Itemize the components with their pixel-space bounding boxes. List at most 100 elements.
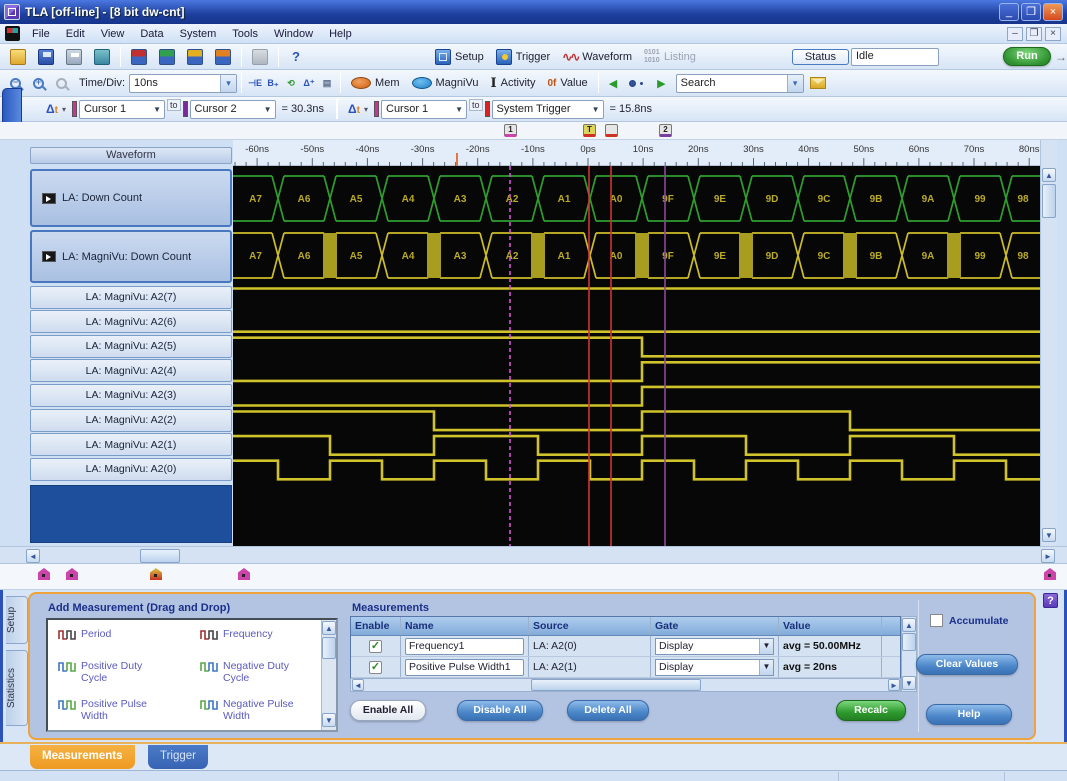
add-mark-button[interactable]: Δ⁺ [300, 75, 318, 91]
gate-select[interactable]: Display▼ [655, 659, 774, 676]
palette-item-period[interactable]: Period [58, 628, 188, 641]
column-header-source[interactable]: Source [529, 617, 651, 635]
gate-select[interactable]: Display▼ [655, 638, 774, 655]
close-button[interactable]: × [1043, 3, 1063, 21]
tab-trigger[interactable]: Trigger [148, 745, 208, 769]
menu-data[interactable]: Data [132, 26, 171, 42]
accumulate-checkbox[interactable] [930, 614, 943, 627]
menu-system[interactable]: System [172, 26, 225, 42]
recalc-button[interactable]: Recalc [836, 700, 906, 721]
tab-statistics[interactable]: Statistics [6, 650, 28, 726]
waveform-window-button[interactable] [181, 46, 209, 68]
marker-flag[interactable] [605, 124, 618, 137]
add-data-source-button[interactable]: B₊ [264, 75, 282, 91]
table-v-scroll-thumb[interactable] [902, 633, 916, 651]
context-help-icon[interactable]: ? [1043, 593, 1058, 608]
properties-card-button[interactable]: ▤ [318, 75, 336, 91]
activity-button[interactable]: IActivity [485, 73, 542, 94]
document-icon[interactable] [5, 26, 20, 41]
sidebar-item-la-magnivu-a2-7[interactable]: LA: MagniVu: A2(7) [30, 286, 232, 309]
horizontal-scroll-thumb[interactable] [140, 549, 180, 563]
measurement-name-field[interactable]: Positive Pulse Width1 [405, 659, 524, 676]
column-header-enable[interactable]: Enable [351, 617, 401, 635]
save-button[interactable] [32, 46, 60, 68]
mdi-close-button[interactable]: × [1045, 27, 1061, 41]
overview-cursor-marker[interactable] [238, 568, 250, 580]
sidebar-item-la-down-count[interactable]: LA: Down Count [30, 169, 232, 227]
vertical-scrollbar[interactable]: ▲ ▼ [1040, 140, 1057, 546]
sidebar-item-la-magnivu-a2-1[interactable]: LA: MagniVu: A2(1) [30, 433, 232, 456]
delete-all-button[interactable]: Delete All [567, 700, 649, 721]
source-cell[interactable]: LA: A2(0) [529, 636, 651, 656]
sidebar-header[interactable]: Waveform [30, 147, 232, 164]
search-select[interactable]: Search ▾ [676, 74, 804, 93]
cursor-from-select-1[interactable]: Cursor 1▼ [79, 100, 165, 119]
search-next-button[interactable]: ▶ [651, 74, 671, 93]
time-div-select[interactable]: 10ns ▾ [129, 74, 237, 93]
listing-window-button[interactable] [209, 46, 237, 68]
column-header-name[interactable]: Name [401, 617, 529, 635]
scroll-left-icon[interactable]: ◄ [352, 679, 364, 691]
sidebar-item-la-magnivu-a2-0[interactable]: LA: MagniVu: A2(0) [30, 458, 232, 481]
refresh-data-button[interactable]: ⟲ [282, 75, 300, 91]
zoom-tool-button[interactable] [50, 75, 73, 92]
sidebar-item-la-magnivu-a2-2[interactable]: LA: MagniVu: A2(2) [30, 409, 232, 432]
overview-cursor-marker[interactable] [38, 568, 50, 580]
column-header-value[interactable]: Value [779, 617, 882, 635]
search-prev-button[interactable]: ◀ [603, 74, 623, 93]
menu-tools[interactable]: Tools [224, 26, 266, 42]
chevron-down-icon[interactable]: ▼ [759, 639, 773, 654]
status-button[interactable]: Status [792, 49, 849, 65]
view-button-waveform[interactable]: ∿∿Waveform [556, 47, 638, 67]
sidebar-item-la-magnivu-a2-5[interactable]: LA: MagniVu: A2(5) [30, 335, 232, 358]
delta-time-button-1[interactable]: Δt▾ [40, 99, 72, 119]
vertical-scroll-thumb[interactable] [1042, 184, 1056, 218]
setup-window-button[interactable] [125, 46, 153, 68]
sidebar-item-la-magnivu-a2-3[interactable]: LA: MagniVu: A2(3) [30, 384, 232, 407]
menu-window[interactable]: Window [266, 26, 321, 42]
export-button[interactable] [88, 46, 116, 68]
tab-setup[interactable]: Setup [6, 596, 28, 644]
panel-help-button[interactable]: Help [926, 704, 1012, 725]
find-button[interactable] [623, 77, 651, 90]
view-button-trigger[interactable]: Trigger [490, 46, 556, 68]
mdi-restore-button[interactable]: ❐ [1026, 27, 1042, 41]
send-results-button[interactable] [804, 74, 832, 92]
chevron-down-icon[interactable]: ▾ [220, 75, 236, 92]
menu-file[interactable]: File [24, 26, 58, 42]
scroll-down-icon[interactable]: ▼ [902, 676, 916, 690]
menu-help[interactable]: Help [321, 26, 360, 42]
scroll-right-icon[interactable]: ► [1041, 549, 1055, 563]
trigger-select[interactable]: System Trigger▼ [492, 100, 604, 119]
measurement-palette[interactable]: PeriodFrequencyPositive Duty CycleNegati… [46, 618, 338, 732]
horizontal-scrollbar[interactable]: ◄ ► [0, 546, 1067, 564]
chevron-down-icon[interactable]: ▾ [787, 75, 803, 92]
waveform-canvas[interactable]: -60ns-50ns-40ns-30ns-20ns-10ns0ps10ns20n… [233, 140, 1040, 546]
chevron-down-icon[interactable]: ▼ [759, 660, 773, 675]
value-button[interactable]: 0fValue [541, 74, 593, 92]
palette-item-positive-duty-cycle[interactable]: Positive Duty Cycle [58, 660, 188, 684]
palette-item-frequency[interactable]: Frequency [200, 628, 330, 641]
measurement-name-field[interactable]: Frequency1 [405, 638, 524, 655]
open-button[interactable] [4, 46, 32, 68]
menu-view[interactable]: View [93, 26, 133, 42]
properties-button[interactable] [246, 46, 274, 68]
sidebar-item-la-magnivu-down-count[interactable]: LA: MagniVu: Down Count [30, 230, 232, 283]
mdi-minimize-button[interactable]: – [1007, 27, 1023, 41]
marker-flag-1[interactable]: 1 [504, 124, 517, 137]
scroll-right-icon[interactable]: ► [888, 679, 900, 691]
sidebar-item-la-magnivu-a2-4[interactable]: LA: MagniVu: A2(4) [30, 359, 232, 382]
disable-all-button[interactable]: Disable All [457, 700, 543, 721]
tab-measurements[interactable]: Measurements [30, 745, 135, 769]
palette-item-positive-pulse-width[interactable]: Positive Pulse Width [58, 698, 188, 722]
cursor-from-select-2[interactable]: Cursor 1▼ [381, 100, 467, 119]
add-waveform-button[interactable]: ⊣E [246, 75, 264, 91]
print-button[interactable] [60, 46, 88, 68]
marker-flag-t[interactable]: T [583, 124, 596, 137]
view-button-setup[interactable]: Setup [429, 46, 490, 68]
sidebar-item-la-magnivu-a2-6[interactable]: LA: MagniVu: A2(6) [30, 310, 232, 333]
scroll-up-icon[interactable]: ▲ [322, 621, 336, 635]
table-v-scrollbar[interactable]: ▲ ▼ [901, 616, 917, 692]
delta-time-button-2[interactable]: Δt▾ [342, 99, 374, 119]
marker-flag-2[interactable]: 2 [659, 124, 672, 137]
